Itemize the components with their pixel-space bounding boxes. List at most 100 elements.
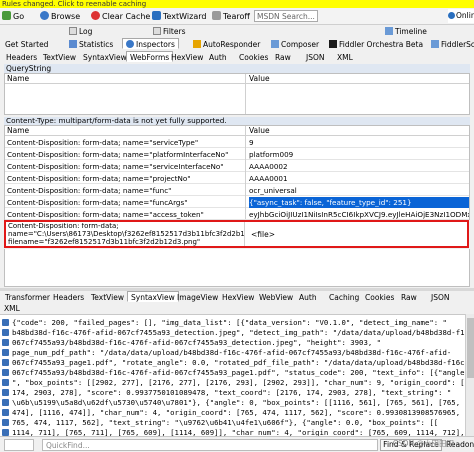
json-line-text: 765, 474, 1117, 562], "text_string": "\u…	[12, 418, 439, 427]
req-tab-headers[interactable]: Headers	[3, 52, 40, 63]
json-line: 474], [1116, 474]], "char_num": 4, "orig…	[0, 408, 474, 417]
tearoff-label: Tearoff	[223, 12, 250, 21]
tab-fiddler-orchestra[interactable]: Fiddler Orchestra Beta	[326, 39, 426, 50]
tab-composer-label: Composer	[281, 40, 320, 49]
notice-bar[interactable]: Rules changed. Click to reenable caching	[0, 0, 474, 8]
file-upload-row[interactable]: Content-Disposition: form-data; name="C:…	[4, 220, 469, 248]
resp-tab-webview[interactable]: WebView	[256, 292, 296, 303]
tab-composer[interactable]: Composer	[268, 39, 322, 50]
req-tab-raw[interactable]: Raw	[272, 52, 294, 63]
qs-column-divider[interactable]	[245, 74, 246, 114]
resp-tab-auth[interactable]: Auth	[296, 292, 320, 303]
json-line: 765, 474, 1117, 562], "text_string": "\u…	[0, 418, 438, 427]
quickfind-input[interactable]: QuickFind...	[42, 439, 378, 451]
req-tab-auth[interactable]: Auth	[206, 52, 230, 63]
qs-col-name[interactable]: Name	[7, 74, 29, 84]
table-row-selected[interactable]: Content-Disposition: form-data; name="fu…	[5, 197, 469, 208]
tab-statistics-label: Statistics	[79, 40, 114, 49]
req-tab-syntaxview[interactable]: SyntaxView	[80, 52, 130, 63]
resp-tab-hexview[interactable]: HexView	[219, 292, 257, 303]
file-row-value: <file>	[251, 230, 275, 239]
table-row[interactable]: Content-Disposition: form-data; name="fu…	[5, 185, 469, 196]
browse-icon	[40, 11, 49, 20]
scrollbar-thumb[interactable]	[467, 318, 474, 378]
go-button[interactable]: Go	[2, 10, 24, 23]
tab-autoresponder[interactable]: AutoResponder	[190, 39, 263, 50]
json-line: 174, 2903, 278], "score": 0.993775010108…	[0, 388, 451, 397]
file-row-name-line3: filename="f3262ef8152517d3b11bfc3f2d2b12…	[8, 237, 201, 246]
resp-tab-json[interactable]: JSON	[428, 292, 453, 303]
body-col-value[interactable]: Value	[249, 126, 270, 136]
tab-get-started-label: Get Started	[5, 40, 49, 49]
resp-tab-imageview[interactable]: ImageView	[174, 292, 221, 303]
req-tab-json[interactable]: JSON	[303, 52, 328, 63]
row-name: Content-Disposition: form-data; name="fu…	[7, 198, 188, 207]
querystring-grid-header: Name Value	[5, 74, 469, 84]
online-indicator[interactable]: Online	[448, 9, 474, 23]
resp-tab-raw[interactable]: Raw	[398, 292, 420, 303]
line-icon	[2, 409, 9, 416]
req-tab-webforms[interactable]: WebForms	[126, 51, 174, 62]
browse-button[interactable]: Browse	[40, 10, 80, 23]
json-line-text: page_num_pdf_path": "/data/data/upload/b…	[12, 348, 452, 357]
tab-get-started[interactable]: Get Started	[2, 39, 51, 50]
req-tab-xml[interactable]: XML	[334, 52, 356, 63]
watermark: CSDN @小田田田	[392, 439, 454, 448]
resp-tab-caching[interactable]: Caching	[326, 292, 362, 303]
tab-fiddlerscript[interactable]: FiddlerScrip	[428, 39, 474, 50]
clear-cache-label: Clear Cache	[102, 12, 151, 21]
line-icon	[2, 369, 9, 376]
line-icon	[2, 379, 9, 386]
row-value: 9	[249, 138, 254, 147]
resp-tab-headers[interactable]: Headers	[50, 292, 87, 303]
tab-autoresponder-label: AutoResponder	[203, 40, 261, 49]
textwizard-button[interactable]: TextWizard	[152, 10, 206, 23]
tab-log[interactable]: Log	[66, 26, 95, 37]
log-icon	[69, 27, 77, 35]
json-response-view[interactable]: {"code": 200, "failed_pages": [], "img_d…	[0, 314, 474, 436]
json-line-text: \u6b\u5199\u5a8d\u62df\u5730\u5740\u7801…	[12, 398, 461, 407]
json-line: 067cf7455a93/b48bd38d-f16c-476f-afid-067…	[0, 338, 381, 347]
line-icon	[2, 339, 9, 346]
resp-tab-textview[interactable]: TextView	[88, 292, 127, 303]
file-row-name: Content-Disposition: form-data; name="C:…	[8, 223, 244, 246]
msdn-search-input[interactable]: MSDN Search...	[254, 10, 318, 22]
json-scrollbar[interactable]	[465, 314, 474, 436]
table-row[interactable]: Content-Disposition: form-data; name="se…	[5, 161, 469, 172]
querystring-header: QueryString	[4, 64, 470, 73]
row-name: Content-Disposition: form-data; name="se…	[7, 138, 199, 147]
resp-tab-cookies[interactable]: Cookies	[362, 292, 397, 303]
json-line: 067cf7455a93_page1.pdf", "rotate_angle":…	[0, 358, 474, 367]
table-row[interactable]: Content-Disposition: form-data; name="pr…	[5, 173, 469, 184]
tab-statistics[interactable]: Statistics	[66, 39, 116, 50]
line-icon	[2, 389, 9, 396]
tab-inspectors[interactable]: Inspectors	[122, 38, 179, 49]
tab-timeline[interactable]: Timeline	[382, 26, 430, 37]
querystring-grid: Name Value	[4, 73, 470, 115]
body-grid-empty-area	[4, 249, 470, 287]
resp-tab-transformer[interactable]: Transformer	[2, 292, 53, 303]
tearoff-button[interactable]: Tearoff	[212, 10, 250, 23]
table-row[interactable]: Content-Disposition: form-data; name="pl…	[5, 149, 469, 160]
resp-tab-xml[interactable]: XML	[4, 304, 20, 313]
body-column-divider[interactable]	[245, 126, 246, 219]
req-tab-cookies[interactable]: Cookies	[236, 52, 271, 63]
json-line-text: 067cf7455a93_page1.pdf", "rotate_angle":…	[12, 358, 474, 367]
line-icon	[2, 349, 9, 356]
statistics-icon	[69, 40, 77, 48]
json-line-text: 1114, 711], [765, 711], [765, 609], [111…	[12, 428, 474, 436]
resp-tab-syntaxview[interactable]: SyntaxView	[127, 291, 179, 302]
clear-cache-button[interactable]: Clear Cache	[91, 10, 150, 23]
qs-col-value[interactable]: Value	[249, 74, 270, 84]
req-tab-hexview[interactable]: HexView	[168, 52, 206, 63]
line-icon	[2, 429, 9, 436]
table-row[interactable]: Content-Disposition: form-data; name="se…	[5, 137, 469, 148]
body-col-name[interactable]: Name	[7, 126, 29, 136]
table-row[interactable]: Content-Disposition: form-data; name="ac…	[5, 209, 469, 220]
body-grid-header: Name Value	[5, 126, 469, 136]
req-tab-textview[interactable]: TextView	[40, 52, 79, 63]
quickfind-mode-box[interactable]	[4, 439, 34, 451]
tab-filters[interactable]: Filters	[150, 26, 188, 37]
line-icon	[2, 399, 9, 406]
json-line: {"code": 200, "failed_pages": [], "img_d…	[0, 318, 447, 327]
